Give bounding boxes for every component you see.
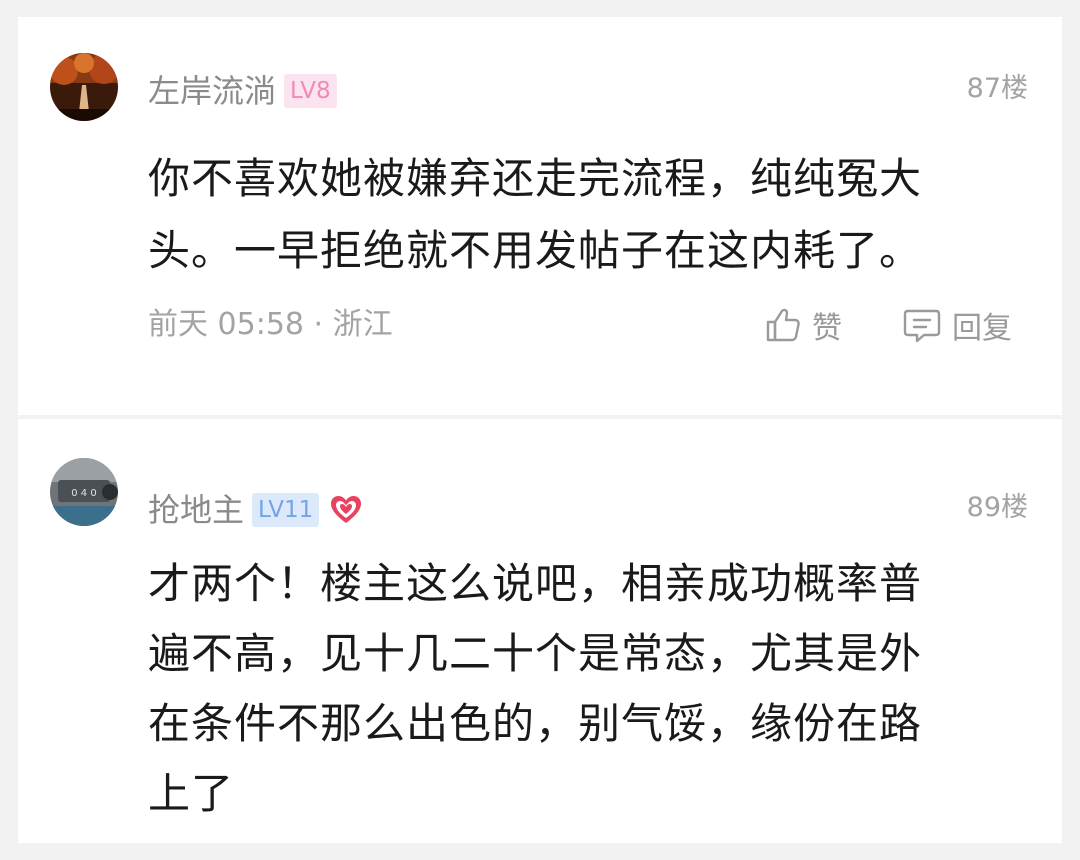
comment-line: 你不喜欢她被嫌弃还走完流程，纯纯冤大 [148, 154, 923, 203]
reply-label: 回复 [952, 311, 1012, 346]
comment-item: 左岸流淌 LV8 87楼 你不喜欢她被嫌弃还走完流程，纯纯冤大 头。一早拒绝就不… [18, 17, 1062, 415]
username[interactable]: 抢地主 [148, 488, 244, 532]
floor-number: 89楼 [966, 492, 1028, 523]
svg-text:0 4 0: 0 4 0 [71, 488, 96, 499]
comment-line: 头。一早拒绝就不用发帖子在这内耗了。 [148, 226, 923, 275]
autumn-path-avatar-icon [50, 53, 118, 121]
like-button[interactable]: 赞 [764, 303, 842, 347]
comment-text: 你不喜欢她被嫌弃还走完流程，纯纯冤大 头。一早拒绝就不用发帖子在这内耗了。 [148, 143, 1018, 287]
floor-number: 87楼 [966, 73, 1028, 104]
heart-badge-icon [331, 496, 362, 523]
comment-header: 抢地主 LV11 [148, 488, 363, 532]
level-badge: LV11 [252, 493, 320, 527]
comment-item: 0 4 0 抢地主 LV11 89楼 才两个！楼主这么说吧，相亲成功概率普 遍不… [18, 419, 1062, 843]
comment-line: 才两个！楼主这么说吧，相亲成功概率普 [148, 559, 923, 608]
comment-list: 左岸流淌 LV8 87楼 你不喜欢她被嫌弃还走完流程，纯纯冤大 头。一早拒绝就不… [18, 17, 1062, 843]
avatar[interactable] [50, 53, 118, 121]
comment-line: 在条件不那么出色的，别气馁，缘份在路 [148, 699, 923, 748]
thumbs-up-icon [766, 308, 800, 342]
comment-line: 上了 [148, 769, 235, 818]
comment-line: 遍不高，见十几二十个是常态，尤其是外 [148, 629, 923, 678]
comment-text: 才两个！楼主这么说吧，相亲成功概率普 遍不高，见十几二十个是常态，尤其是外 在条… [148, 549, 1018, 829]
avatar[interactable]: 0 4 0 [50, 458, 118, 526]
comment-bubble-icon [903, 309, 941, 343]
like-label: 赞 [812, 311, 842, 346]
reply-button[interactable]: 回复 [902, 303, 1012, 347]
comment-header: 左岸流淌 LV8 [148, 69, 337, 113]
level-badge: LV8 [284, 74, 337, 108]
car-plate-avatar-icon: 0 4 0 [50, 458, 118, 526]
username[interactable]: 左岸流淌 [148, 69, 276, 113]
comment-meta: 前天 05:58 · 浙江 [148, 307, 393, 342]
